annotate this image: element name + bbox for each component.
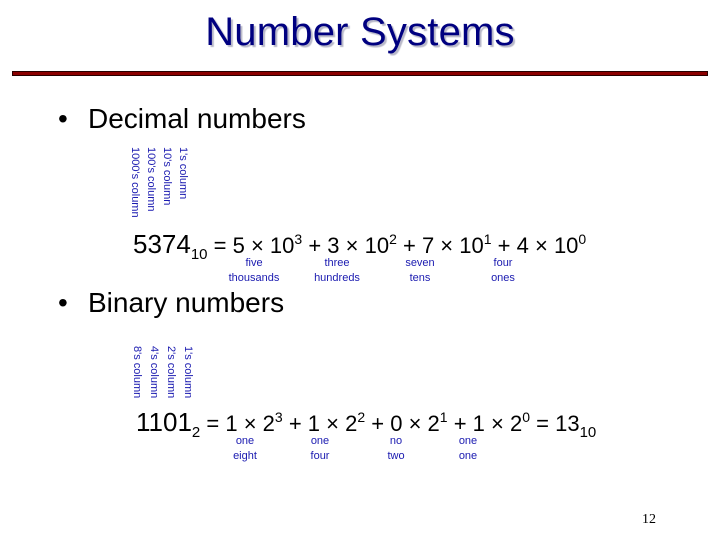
title-divider [12,71,708,76]
term: + 0 × 2 [371,411,440,436]
decimal-heading: Decimal numbers [88,103,306,134]
term-exponent: 3 [274,409,283,425]
bullet-dot-icon: • [58,287,68,318]
note-line: thousands [228,272,280,284]
term: + 3 × 10 [308,233,390,258]
result-base: 10 [579,424,597,441]
place-note: three hundreds [297,256,377,286]
place-note: one four [280,434,360,464]
term: = 1 × 2 [206,411,275,436]
bullet-decimal: • Decimal numbers [58,103,306,135]
column-label: 100's column [145,147,157,212]
column-label: 4's column [148,346,160,399]
note-line: one [458,450,478,462]
term-exponent: 2 [389,231,397,247]
note-line: seven [405,257,435,269]
term-exponent: 0 [578,231,587,247]
term-exponent: 1 [439,409,448,425]
note-line: five [245,257,263,269]
note-line: two [387,450,405,462]
place-note: one one [428,434,508,464]
note-line: three [324,257,350,269]
result: = 13 [536,411,580,436]
term-exponent: 1 [483,231,492,247]
term: + 4 × 10 [497,233,579,258]
term: = 5 × 10 [213,233,295,258]
note-line: one [310,435,330,447]
bullet-binary: • Binary numbers [58,287,284,319]
place-note: no two [356,434,436,464]
binary-heading: Binary numbers [88,287,285,318]
note-line: eight [233,450,257,462]
term: + 1 × 2 [288,411,358,436]
term-exponent: 2 [357,409,366,425]
note-line: hundreds [314,272,360,284]
note-line: four [310,450,330,462]
column-label: 10's column [161,147,173,206]
place-note: one eight [205,434,285,464]
bullet-dot-icon: • [58,103,68,134]
slide-title: Number Systems [205,10,515,54]
decimal-number: 5374 [133,229,191,259]
column-label: 1000's column [129,147,141,218]
column-label: 8's column [131,346,143,399]
column-label: 2's column [165,346,177,399]
note-line: one [458,435,478,447]
term: + 7 × 10 [403,233,484,258]
term-exponent: 0 [522,409,531,425]
binary-base: 2 [191,424,201,441]
note-line: no [389,435,403,447]
term-exponent: 3 [294,231,303,247]
binary-number: 1101 [136,407,192,437]
note-line: tens [409,272,431,284]
note-line: ones [491,272,515,284]
note-line: four [493,257,513,269]
place-note: five thousands [214,256,294,286]
term: + 1 × 2 [453,411,523,436]
page-number: 12 [642,512,656,527]
column-label: 1's column [177,147,189,200]
column-label: 1's column [182,346,194,399]
place-note: four ones [463,256,543,286]
place-note: seven tens [380,256,460,286]
note-line: one [235,435,255,447]
decimal-base: 10 [190,246,208,263]
